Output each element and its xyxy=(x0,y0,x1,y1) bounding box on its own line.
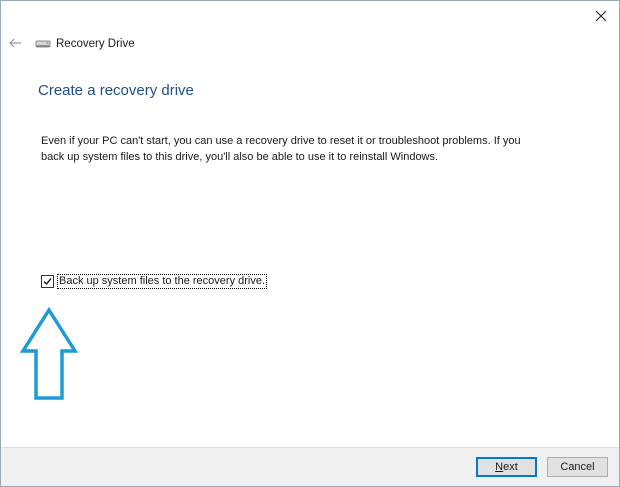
page-heading: Create a recovery drive xyxy=(38,82,194,99)
backup-system-files-checkbox[interactable] xyxy=(41,275,54,288)
close-icon xyxy=(595,10,607,22)
recovery-drive-window: Recovery Drive Create a recovery drive E… xyxy=(0,0,620,487)
up-arrow-icon xyxy=(20,307,78,400)
page-description: Even if your PC can't start, you can use… xyxy=(41,135,521,163)
back-arrow-icon xyxy=(9,38,21,48)
backup-system-files-label[interactable]: Back up system files to the recovery dri… xyxy=(57,274,268,289)
checkmark-icon xyxy=(43,278,52,286)
dialog-footer: Next Cancel xyxy=(1,447,619,486)
close-button[interactable] xyxy=(591,6,611,26)
next-button-label: Next xyxy=(495,461,518,473)
cancel-button-label: Cancel xyxy=(560,461,595,473)
window-title: Recovery Drive xyxy=(56,38,135,50)
next-button[interactable]: Next xyxy=(476,457,537,477)
cancel-button[interactable]: Cancel xyxy=(547,457,608,477)
drive-icon xyxy=(35,40,51,48)
window-title-bar: Recovery Drive xyxy=(35,35,135,53)
backup-system-files-option[interactable]: Back up system files to the recovery dri… xyxy=(41,274,268,289)
back-button[interactable] xyxy=(8,36,22,50)
